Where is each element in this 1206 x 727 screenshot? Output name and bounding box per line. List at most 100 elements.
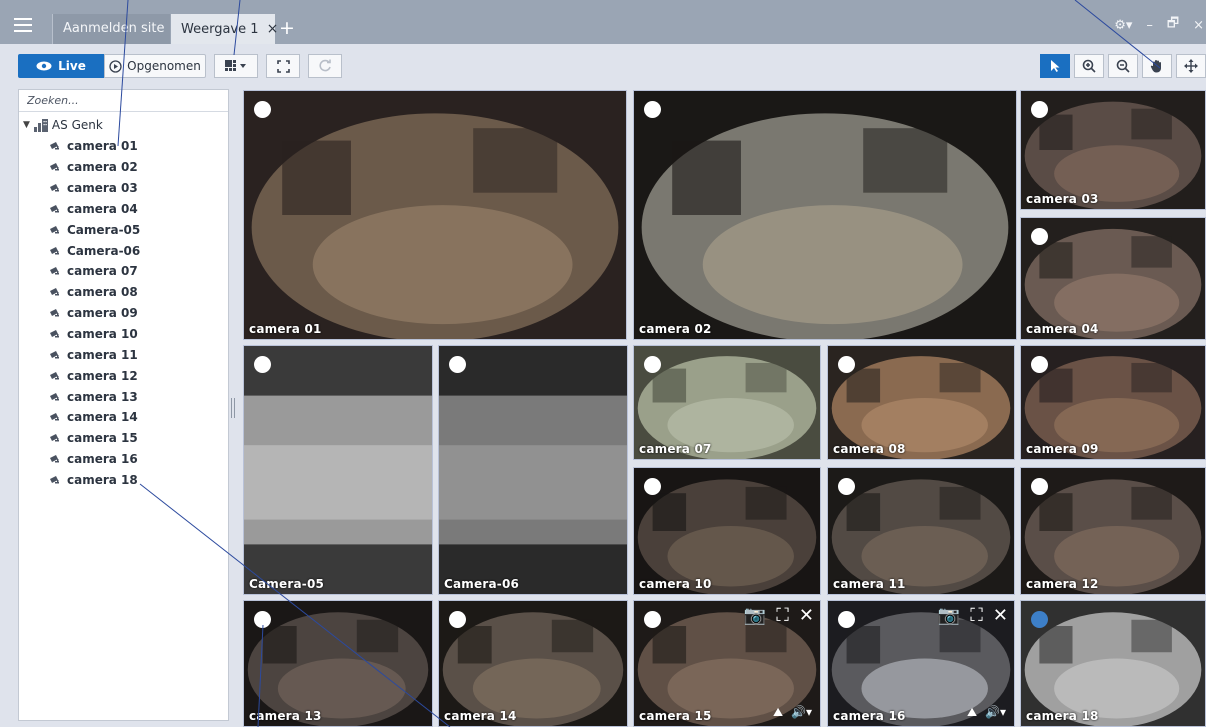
camera-tile-label: camera 16	[833, 709, 906, 723]
panel-splitter-handle[interactable]	[231, 398, 235, 418]
camera-list-item[interactable]: camera 08	[49, 282, 140, 303]
move-tool-button[interactable]	[1176, 54, 1206, 78]
camera-list-item[interactable]: camera 10	[49, 324, 140, 345]
close-tab-icon[interactable]: ×	[267, 21, 279, 37]
camera-tile-label: camera 09	[1026, 442, 1099, 456]
tab-weergave-1[interactable]: Weergave 1 ×	[171, 14, 278, 44]
fullscreen-button[interactable]	[266, 54, 300, 78]
image-adjust-icon[interactable]: ⛰	[773, 705, 783, 720]
camera-list-item[interactable]: camera 11	[49, 344, 140, 365]
recorded-button[interactable]: Opgenomen	[104, 54, 206, 78]
camera-tile[interactable]: camera 15 📷 ⛶ ✕ ⛰ 🔊▾	[633, 600, 821, 727]
search-input[interactable]	[19, 90, 228, 112]
live-label: Live	[58, 59, 86, 73]
image-adjust-icon[interactable]: ⛰	[967, 705, 977, 720]
pointer-tool-button[interactable]	[1040, 54, 1070, 78]
camera-tile[interactable]: camera 08	[827, 345, 1015, 460]
camera-list-item[interactable]: Camera-06	[49, 240, 140, 261]
recording-status-dot	[449, 611, 466, 628]
camera-tile-label: camera 04	[1026, 322, 1099, 336]
camera-tile[interactable]: camera 04	[1020, 217, 1206, 340]
camera-icon	[50, 350, 59, 359]
camera-tile[interactable]: camera 01	[243, 90, 627, 340]
site-icon	[33, 118, 48, 132]
expand-caret-icon[interactable]: ▼	[23, 120, 30, 130]
camera-tile-label: camera 14	[444, 709, 517, 723]
tab-label: Aanmelden site	[63, 21, 165, 36]
zoom-out-button[interactable]	[1108, 54, 1138, 78]
tile-toolbar: 📷 ⛶ ✕	[938, 607, 1008, 625]
layout-select-button[interactable]	[214, 54, 258, 78]
camera-list-item[interactable]: camera 09	[49, 303, 140, 324]
camera-tile[interactable]: camera 07	[633, 345, 821, 460]
camera-tile[interactable]: camera 14	[438, 600, 628, 727]
tile-fullscreen-icon[interactable]: ⛶	[776, 607, 789, 625]
camera-list-item[interactable]: camera 02	[49, 157, 140, 178]
tab-bar: Aanmelden site Weergave 1 × + ⚙▾ – 🗗 ×	[0, 0, 1206, 44]
camera-label: camera 02	[67, 160, 138, 175]
eye-icon	[36, 61, 52, 71]
camera-tile[interactable]: camera 18	[1020, 600, 1206, 727]
zoom-in-button[interactable]	[1074, 54, 1104, 78]
camera-list-item[interactable]: camera 18	[49, 470, 140, 491]
pointer-icon	[1050, 60, 1059, 72]
recording-status-dot	[1031, 228, 1048, 245]
camera-label: camera 03	[67, 181, 138, 196]
playback-icon	[109, 59, 122, 73]
camera-tile[interactable]: camera 13	[243, 600, 433, 727]
camera-list-item[interactable]: Camera-05	[49, 219, 140, 240]
camera-tile-label: camera 18	[1026, 709, 1099, 723]
layout-grid-icon	[225, 60, 246, 71]
camera-tile-label: camera 10	[639, 577, 712, 591]
video-feed	[439, 601, 627, 726]
close-window-icon[interactable]: ×	[1193, 18, 1204, 33]
camera-label: camera 04	[67, 201, 138, 216]
tile-close-icon[interactable]: ✕	[799, 607, 814, 625]
minimize-icon[interactable]: –	[1146, 18, 1153, 33]
audio-dropdown-icon[interactable]: 🔊▾	[985, 705, 1006, 720]
site-node[interactable]: ▼ AS Genk	[23, 116, 103, 134]
camera-icon	[50, 309, 59, 317]
camera-tile[interactable]: camera 10	[633, 467, 821, 595]
video-feed	[1021, 218, 1205, 339]
camera-tile[interactable]: Camera-05	[243, 345, 433, 595]
restore-window-icon[interactable]: 🗗	[1167, 14, 1179, 36]
camera-tile[interactable]: camera 09	[1020, 345, 1206, 460]
camera-list-item[interactable]: camera 04	[49, 199, 140, 220]
add-tab-button[interactable]: +	[279, 17, 295, 39]
camera-list-item[interactable]: camera 03	[49, 178, 140, 199]
camera-tile[interactable]: camera 02	[633, 90, 1017, 340]
camera-list-item[interactable]: camera 13	[49, 386, 140, 407]
hamburger-menu-button[interactable]	[6, 11, 40, 39]
camera-tile[interactable]: Camera-06	[438, 345, 628, 595]
view-tools	[1040, 54, 1206, 78]
camera-label: camera 15	[67, 431, 138, 446]
camera-icon	[50, 184, 59, 192]
camera-tile[interactable]: camera 16 📷 ⛶ ✕ ⛰ 🔊▾	[827, 600, 1015, 727]
camera-list-item[interactable]: camera 07	[49, 261, 140, 282]
audio-dropdown-icon[interactable]: 🔊▾	[791, 705, 812, 720]
tile-close-icon[interactable]: ✕	[993, 607, 1008, 625]
settings-gear-icon[interactable]: ⚙▾	[1114, 18, 1132, 33]
camera-label: camera 09	[67, 306, 138, 321]
refresh-button[interactable]	[308, 54, 342, 78]
live-button[interactable]: Live	[18, 54, 104, 78]
tab-aanmelden-site[interactable]: Aanmelden site	[52, 14, 170, 44]
camera-label: camera 13	[67, 389, 138, 404]
camera-list: camera 01 camera 02 camera 03 camera 04 Came…	[49, 136, 140, 490]
camera-list-item[interactable]: camera 01	[49, 136, 140, 157]
camera-list-item[interactable]: camera 16	[49, 449, 140, 470]
camera-tile[interactable]: camera 03	[1020, 90, 1206, 210]
camera-list-item[interactable]: camera 12	[49, 365, 140, 386]
recording-status-dot	[838, 478, 855, 495]
pan-tool-button[interactable]	[1142, 54, 1172, 78]
video-feed	[1021, 468, 1205, 594]
tile-fullscreen-icon[interactable]: ⛶	[970, 607, 983, 625]
camera-list-item[interactable]: camera 14	[49, 407, 140, 428]
camera-tile-label: camera 03	[1026, 192, 1099, 206]
snapshot-camera-icon[interactable]: 📷	[938, 607, 960, 625]
camera-tile[interactable]: camera 11	[827, 467, 1015, 595]
camera-list-item[interactable]: camera 15	[49, 428, 140, 449]
camera-tile[interactable]: camera 12	[1020, 467, 1206, 595]
snapshot-camera-icon[interactable]: 📷	[744, 607, 766, 625]
